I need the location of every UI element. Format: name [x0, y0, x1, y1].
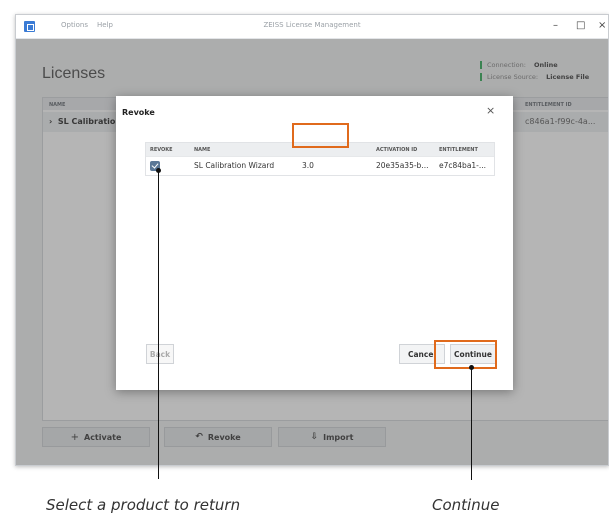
pointer-dot-select — [156, 168, 161, 173]
activation-id: 20e35a35-b... — [376, 161, 429, 170]
minimize-button[interactable]: – — [553, 19, 558, 33]
column-revoke: REVOKE — [150, 147, 173, 153]
close-button[interactable]: × — [598, 19, 606, 33]
caption-continue: Continue — [432, 496, 500, 514]
pointer-line-select — [158, 171, 159, 479]
product-version: 3.0 — [302, 161, 314, 170]
entitlement-id: e7c84ba1-... — [439, 161, 487, 170]
table-row[interactable]: SL Calibration Wizard 3.0 20e35a35-b... … — [146, 156, 494, 175]
pointer-dot-continue — [469, 365, 474, 370]
column-name: NAME — [194, 147, 211, 153]
product-name: SL Calibration Wizard — [194, 161, 275, 170]
maximize-button[interactable]: □ — [576, 19, 585, 33]
title-bar: Options Help ZEISS License Management – … — [16, 15, 608, 39]
column-activation-id: ACTIVATION ID — [376, 147, 418, 153]
back-button[interactable]: Back — [146, 344, 174, 364]
pointer-line-continue — [471, 368, 472, 480]
window-title: ZEISS License Management — [263, 21, 361, 29]
highlight-version-column — [292, 123, 349, 148]
column-entitlement: ENTITLEMENT — [439, 147, 478, 153]
close-icon[interactable]: × — [486, 104, 495, 118]
dialog-title: Revoke — [122, 108, 155, 117]
highlight-continue — [434, 340, 497, 369]
caption-select-product: Select a product to return — [46, 496, 241, 514]
